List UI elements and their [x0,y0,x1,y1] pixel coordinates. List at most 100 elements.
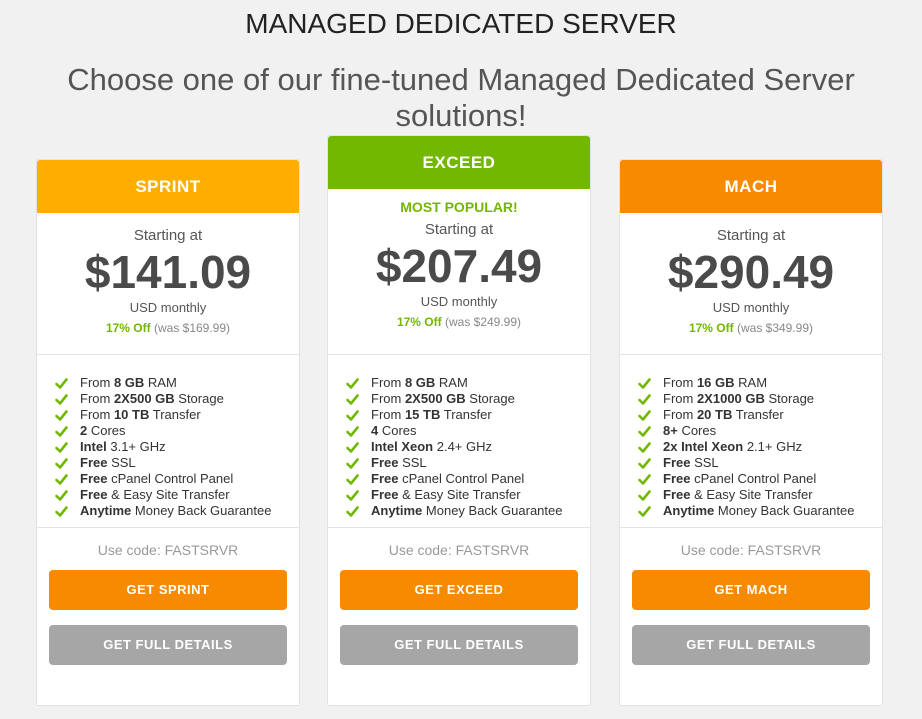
feature-suffix: RAM [144,375,177,390]
feature-text: Anytime Money Back Guarantee [371,503,563,519]
feature-highlight: 2X500 GB [404,391,466,406]
feature-text: Intel 3.1+ GHz [80,439,166,455]
check-icon [638,489,651,502]
plan-card-exceed: EXCEED MOST POPULAR! Starting at $207.49… [327,135,591,706]
feature-prefix: From [371,375,405,390]
feature-prefix: From [371,391,405,406]
feature-prefix: From [371,407,405,422]
feature-suffix: 2.4+ GHz [433,439,493,454]
feature-item: Free cPanel Control Panel [346,471,590,487]
feature-text: Anytime Money Back Guarantee [80,503,272,519]
feature-suffix: 2.1+ GHz [743,439,803,454]
feature-suffix: cPanel Control Panel [398,471,525,486]
check-icon [638,505,651,518]
get-mach-button[interactable]: GET MACH [632,570,870,610]
feature-item: From 15 TB Transfer [346,407,590,423]
check-icon [638,457,651,470]
feature-item: Free cPanel Control Panel [55,471,299,487]
feature-item: Free & Easy Site Transfer [55,487,299,503]
discount-percent: 17% Off [396,315,442,329]
feature-item: From 2X500 GB Storage [55,391,299,407]
feature-item: Anytime Money Back Guarantee [346,503,590,519]
feature-highlight: Free [371,487,399,502]
feature-suffix: Cores [378,423,417,438]
divider [37,527,299,528]
plan-price: $290.49 [667,246,835,298]
was-price: (was $249.99) [444,315,522,329]
check-icon [55,409,68,422]
plan-price: $141.09 [84,246,252,298]
feature-highlight: 8+ [663,423,678,438]
feature-highlight: 8 GB [404,375,436,390]
feature-highlight: 16 GB [696,375,735,390]
feature-suffix: SSL [398,455,427,470]
get-exceed-button[interactable]: GET EXCEED [340,570,578,610]
feature-text: 4 Cores [371,423,417,439]
feature-list: From 8 GB RAM From 2X500 GB Storage From 1… [37,355,299,527]
plan-header: EXCEED [328,136,590,189]
feature-item: 2 Cores [55,423,299,439]
feature-suffix: Storage [465,391,515,406]
plan-header: SPRINT [37,160,299,213]
feature-item: From 10 TB Transfer [55,407,299,423]
feature-highlight: 8 GB [113,375,145,390]
check-icon [346,457,359,470]
get-sprint-button[interactable]: GET SPRINT [49,570,287,610]
feature-suffix: cPanel Control Panel [107,471,234,486]
feature-highlight: 2X500 GB [113,391,175,406]
check-icon [638,393,651,406]
feature-suffix: Transfer [440,407,492,422]
feature-highlight: Intel [80,439,107,454]
check-icon [346,489,359,502]
feature-item: Free & Easy Site Transfer [638,487,882,503]
feature-prefix: From [80,391,114,406]
check-icon [638,473,651,486]
feature-item: 8+ Cores [638,423,882,439]
feature-suffix: RAM [734,375,768,390]
promo-code: Use code: FASTSRVR [97,542,239,558]
feature-text: From 2X500 GB Storage [80,391,224,407]
feature-item: Intel 3.1+ GHz [55,439,299,455]
feature-suffix: & Easy Site Transfer [107,487,230,502]
full-details-button[interactable]: GET FULL DETAILS [49,625,287,665]
plan-header: MACH [620,160,882,213]
feature-item: From 2X500 GB Storage [346,391,590,407]
plan-card-mach: MACH Starting at $290.49 USD monthly 17%… [619,159,883,706]
feature-prefix: From [80,407,114,422]
discount-text: 17% Off (was $169.99) [37,321,299,335]
feature-text: Free & Easy Site Transfer [80,487,230,503]
feature-suffix: RAM [435,375,468,390]
feature-item: Free cPanel Control Panel [638,471,882,487]
check-icon [638,409,651,422]
feature-item: From 20 TB Transfer [638,407,882,423]
discount-percent: 17% Off [105,321,151,335]
page-title: MANAGED DEDICATED SERVER [245,8,677,39]
feature-prefix: From [663,407,697,422]
price-block: Starting at $141.09 USD monthly 17% Off … [37,213,299,354]
discount-text: 17% Off (was $349.99) [620,321,882,335]
feature-highlight: Intel Xeon [371,439,434,454]
full-details-button[interactable]: GET FULL DETAILS [632,625,870,665]
check-icon [346,377,359,390]
feature-text: From 8 GB RAM [371,375,468,391]
check-icon [638,377,651,390]
feature-suffix: Money Back Guarantee [131,503,272,518]
feature-item: From 8 GB RAM [346,375,590,391]
feature-highlight: Anytime [371,503,423,518]
full-details-button[interactable]: GET FULL DETAILS [340,625,578,665]
feature-prefix: From [663,391,697,406]
check-icon [346,473,359,486]
plan-card-sprint: SPRINT Starting at $141.09 USD monthly 1… [36,159,300,706]
feature-text: Intel Xeon 2.4+ GHz [371,439,492,455]
feature-item: Anytime Money Back Guarantee [55,503,299,519]
discount-text: 17% Off (was $249.99) [328,315,590,329]
starting-label: Starting at [424,221,494,238]
feature-text: Free cPanel Control Panel [371,471,524,487]
starting-label: Starting at [716,227,786,244]
feature-suffix: Cores [677,423,717,438]
check-icon [55,441,68,454]
feature-item: From 2X1000 GB Storage [638,391,882,407]
divider [328,527,590,528]
plan-name: SPRINT [135,176,201,196]
feature-text: Anytime Money Back Guarantee [663,503,855,519]
